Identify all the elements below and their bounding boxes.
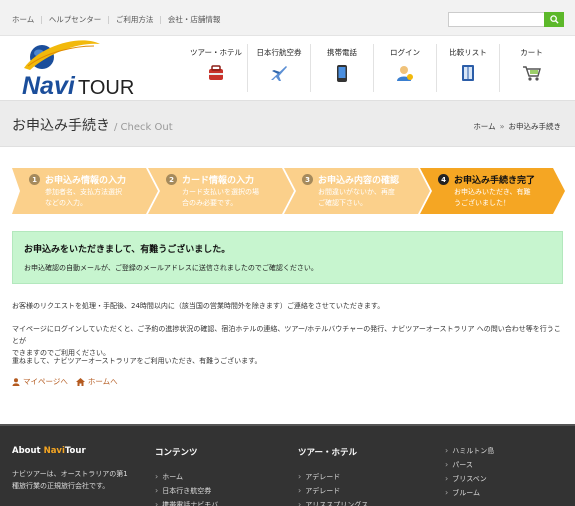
- mobile-phone-icon: [331, 63, 353, 83]
- step-number: 3: [302, 174, 313, 185]
- logo-text-tour: TOUR: [78, 77, 134, 96]
- step-1: 1 お申込み情報の入力 参加者名、支払方法選択 などの入力。: [12, 168, 158, 214]
- nav-item-login[interactable]: ログイン: [374, 44, 437, 92]
- separator: |: [107, 15, 110, 24]
- breadcrumb: ホーム » お申込み手続き: [473, 121, 561, 132]
- logo-text-navi: Navi: [22, 72, 76, 96]
- footer-tours: ツアー・ホテル アデレード アデレード アリススプリングス: [298, 446, 368, 506]
- step-desc: お間違いがないか、再度 ご確認下さい。: [318, 188, 395, 207]
- step-desc: 参加者名、支払方法選択 などの入力。: [45, 188, 122, 207]
- footer-link[interactable]: ブルーム: [445, 486, 494, 500]
- step-title: お申込み手続き完了: [454, 176, 536, 186]
- step-number: 4: [438, 174, 449, 185]
- site-header: Navi TOUR ツアー・ホテル 日本行航空券 携帯電話 ログイン 比較リスト…: [0, 36, 575, 100]
- footer-link[interactable]: 携帯電話ナビモバ: [155, 498, 218, 506]
- top-bar: ホーム | ヘルプセンター | ご利用方法 | 会社・店舗情報: [0, 0, 575, 36]
- nav-item-tours-hotels[interactable]: ツアー・ホテル: [185, 44, 248, 92]
- nav-item-mobile[interactable]: 携帯電話: [311, 44, 374, 92]
- top-link-help[interactable]: ヘルプセンター: [49, 14, 102, 25]
- page-title-bar: お申込み手続き / Check Out ホーム » お申込み手続き: [0, 100, 575, 147]
- footer-contents-heading: コンテンツ: [155, 448, 198, 458]
- footer-link[interactable]: ホーム: [155, 470, 218, 484]
- user-icon: [12, 377, 20, 386]
- site-footer: About NaviTour ナビツアーは、オーストラリアの第1 種旅行業の正規旅…: [0, 424, 575, 506]
- page-title: お申込み手続き / Check Out: [12, 115, 173, 135]
- step-desc: カード支払いを選択の場 合のみ必要です。: [182, 188, 259, 207]
- airplane-icon: [268, 63, 290, 83]
- double-chevron-right-icon: »: [499, 122, 505, 131]
- alert-heading: お申込みをいただきまして、有難うございました。: [24, 245, 231, 255]
- step-number: 1: [29, 174, 40, 185]
- footer-link[interactable]: ハミルトン島: [445, 444, 494, 458]
- step-title: お申込み情報の入力: [45, 176, 127, 186]
- separator: |: [159, 15, 162, 24]
- footer-tours-heading: ツアー・ホテル: [298, 448, 357, 458]
- action-links: マイページへ ホームへ: [12, 376, 126, 387]
- navitour-logo[interactable]: Navi TOUR: [20, 38, 140, 100]
- login-user-icon: [394, 63, 416, 83]
- footer-link[interactable]: パース: [445, 458, 494, 472]
- step-title: お申込み内容の確認: [318, 176, 400, 186]
- step-2: 2 カード情報の入力 カード支払いを選択の場 合のみ必要です。: [148, 168, 294, 214]
- home-link-label: ホームへ: [87, 377, 118, 386]
- footer-cities: ハミルトン島 パース ブリスベン ブルーム: [445, 444, 494, 500]
- page-title-text: お申込み手続き: [12, 118, 110, 134]
- search-box: [448, 12, 564, 27]
- top-link-home[interactable]: ホーム: [12, 14, 34, 25]
- nav-item-compare[interactable]: 比較リスト: [437, 44, 500, 92]
- footer-about-heading: About NaviTour: [12, 446, 86, 456]
- mypage-link-label: マイページへ: [23, 377, 68, 386]
- home-icon: [75, 377, 85, 386]
- body-paragraph-2: マイページにログインしていただくと、ご予約の進捗状況の確認、宿泊ホテルの連絡、ツ…: [12, 325, 561, 357]
- body-paragraph-3: 重ねまして、ナビツアーオーストラリアをご利用いただき、有難うございます。: [12, 357, 262, 365]
- alert-message: お申込確認の自動メールが、ご登録のメールアドレスに送信されましたのでご確認くださ…: [24, 264, 318, 272]
- search-input[interactable]: [448, 12, 544, 27]
- main-nav: ツアー・ホテル 日本行航空券 携帯電話 ログイン 比較リスト カート: [185, 44, 563, 92]
- footer-link[interactable]: ブリスベン: [445, 472, 494, 486]
- footer-link[interactable]: アリススプリングス: [298, 498, 368, 506]
- step-title: カード情報の入力: [182, 176, 255, 186]
- footer-contents: コンテンツ ホーム 日本行き航空券 携帯電話ナビモバ: [155, 446, 218, 506]
- top-link-usage[interactable]: ご利用方法: [116, 14, 154, 25]
- top-links: ホーム | ヘルプセンター | ご利用方法 | 会社・店舗情報: [12, 14, 220, 25]
- checkout-steps: 1 お申込み情報の入力 参加者名、支払方法選択 などの入力。 2 カード情報の入力…: [12, 168, 565, 214]
- step-number: 2: [166, 174, 177, 185]
- separator: |: [40, 15, 43, 24]
- step-4-active: 4 お申込み手続き完了 お申込みいただき、有難 うございました！: [420, 168, 565, 214]
- nav-label: 比較リスト: [449, 48, 487, 57]
- breadcrumb-current: お申込み手続き: [508, 122, 562, 131]
- home-link[interactable]: ホームへ: [75, 376, 118, 387]
- footer-link[interactable]: アデレード: [298, 484, 368, 498]
- hotel-icon: [205, 63, 227, 83]
- footer-link[interactable]: 日本行き航空券: [155, 484, 218, 498]
- body-paragraph-1: お客様のリクエストを処理・手配後、24時間以内に（該当国の営業時間外を除きます）…: [12, 302, 385, 310]
- top-link-company[interactable]: 会社・店舗情報: [168, 14, 221, 25]
- search-button[interactable]: [544, 12, 564, 27]
- nav-label: 携帯電話: [327, 48, 357, 57]
- breadcrumb-home[interactable]: ホーム: [473, 121, 495, 132]
- nav-label: 日本行航空券: [256, 48, 302, 57]
- page-subtitle: / Check Out: [114, 122, 173, 133]
- step-desc: お申込みいただき、有難 うございました！: [454, 188, 531, 207]
- footer-about: About NaviTour ナビツアーは、オーストラリアの第1 種旅行業の正規旅…: [12, 446, 128, 492]
- compare-list-icon: [457, 63, 479, 83]
- footer-about-text: ナビツアーは、オーストラリアの第1 種旅行業の正規旅行会社です。: [12, 470, 128, 490]
- footer-link[interactable]: アデレード: [298, 470, 368, 484]
- nav-label: ログイン: [390, 48, 420, 57]
- nav-item-cart[interactable]: カート: [500, 44, 563, 92]
- mypage-link[interactable]: マイページへ: [12, 376, 68, 387]
- cart-icon: [521, 63, 543, 83]
- nav-item-flights[interactable]: 日本行航空券: [248, 44, 311, 92]
- nav-label: カート: [520, 48, 543, 57]
- nav-label: ツアー・ホテル: [189, 48, 243, 57]
- success-alert: お申込みをいただきまして、有難うございました。 お申込確認の自動メールが、ご登録…: [12, 231, 563, 284]
- step-3: 3 お申込み内容の確認 お間違いがないか、再度 ご確認下さい。: [284, 168, 430, 214]
- search-icon: [549, 15, 559, 24]
